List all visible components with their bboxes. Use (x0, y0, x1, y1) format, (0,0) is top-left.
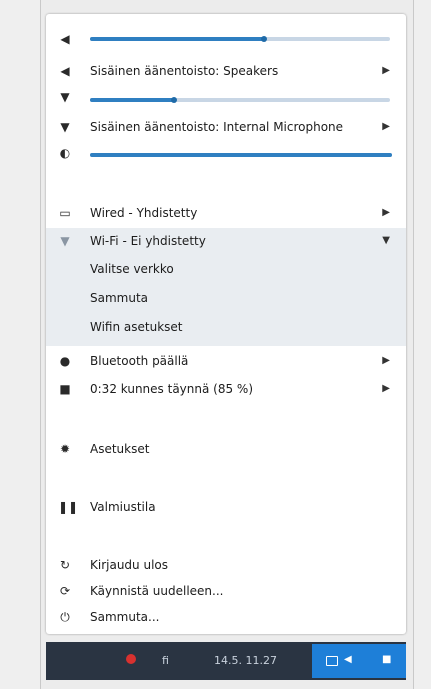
output-device-item[interactable]: ◀ Sisäinen äänentoisto: Speakers ▶ (46, 58, 406, 84)
restart-icon: ⟳ (59, 584, 71, 598)
output-volume-fill (90, 37, 264, 41)
keyboard-layout[interactable]: fi (162, 654, 169, 667)
suspend-item[interactable]: ❚❚ Valmiustila (46, 494, 406, 520)
brightness-slider[interactable] (90, 153, 392, 157)
wifi-settings-item[interactable]: Wifin asetukset (90, 320, 183, 334)
brightness-row: ◐ (46, 140, 406, 166)
output-volume-slider[interactable] (90, 36, 390, 42)
wifi-item[interactable]: ▼ Wi-Fi - Ei yhdistetty ▼ (46, 228, 406, 254)
logout-icon: ↻ (59, 558, 71, 572)
battery-icon: ■ (59, 382, 71, 396)
chevron-right-icon: ▶ (382, 121, 390, 132)
input-volume-row: ▼ (46, 84, 406, 110)
battery-item[interactable]: ■ 0:32 kunnes täynnä (85 %) ▶ (46, 376, 406, 402)
wired-label: Wired - Yhdistetty (90, 206, 198, 220)
select-network-item[interactable]: Valitse verkko (90, 262, 174, 276)
system-tray[interactable]: ◀ ■ (312, 644, 406, 678)
input-device-item[interactable]: ▼ Sisäinen äänentoisto: Internal Microph… (46, 114, 406, 140)
volume-icon: ◀ (344, 654, 352, 665)
pause-icon: ❚❚ (58, 500, 79, 514)
battery-label: 0:32 kunnes täynnä (85 %) (90, 382, 253, 396)
suspend-label: Valmiustila (90, 500, 156, 514)
restart-label: Käynnistä uudelleen... (90, 584, 224, 598)
shutdown-label: Sammuta... (90, 610, 160, 624)
brightness-icon: ◐ (59, 146, 71, 160)
chevron-down-icon: ▼ (382, 235, 390, 246)
power-icon: ⏻ (60, 610, 70, 624)
settings-item[interactable]: ✹ Asetukset (46, 436, 406, 462)
speaker-icon: ◀ (60, 32, 70, 46)
input-volume-knob[interactable] (171, 97, 177, 103)
battery-tray-icon: ■ (382, 654, 392, 665)
speaker-icon: ◀ (60, 64, 70, 78)
chevron-right-icon: ▶ (382, 383, 390, 394)
logout-item[interactable]: ↻ Kirjaudu ulos (46, 552, 406, 578)
wifi-section: ▼ Wi-Fi - Ei yhdistetty ▼ Valitse verkko… (46, 228, 406, 346)
screen-icon (326, 656, 338, 666)
notification-icon[interactable] (126, 654, 136, 664)
clock[interactable]: 14.5. 11.27 (214, 654, 277, 667)
wifi-off-item[interactable]: Sammuta (90, 291, 148, 305)
settings-label: Asetukset (90, 442, 150, 456)
input-volume-fill (90, 98, 174, 102)
microphone-icon: ▼ (60, 120, 70, 134)
microphone-icon: ▼ (60, 90, 70, 104)
output-device-label: Sisäinen äänentoisto: Speakers (90, 64, 279, 78)
shutdown-item[interactable]: ⏻ Sammuta... (46, 604, 406, 630)
bluetooth-label: Bluetooth päällä (90, 354, 189, 368)
input-volume-slider[interactable] (90, 97, 390, 103)
ethernet-icon: ▭ (59, 206, 71, 220)
wired-item[interactable]: ▭ Wired - Yhdistetty ▶ (46, 200, 406, 226)
chevron-right-icon: ▶ (382, 355, 390, 366)
restart-item[interactable]: ⟳ Käynnistä uudelleen... (46, 578, 406, 604)
output-volume-knob[interactable] (261, 36, 267, 42)
taskbar: fi 14.5. 11.27 ◀ ■ (46, 642, 406, 680)
bluetooth-item[interactable]: ● Bluetooth päällä ▶ (46, 348, 406, 374)
wifi-icon: ▼ (60, 234, 70, 248)
chevron-right-icon: ▶ (382, 207, 390, 218)
gear-icon: ✹ (59, 442, 71, 456)
wifi-label: Wi-Fi - Ei yhdistetty (90, 234, 206, 248)
logout-label: Kirjaudu ulos (90, 558, 168, 572)
output-volume-row: ◀ (46, 26, 406, 52)
system-menu-panel: ◀ ◀ Sisäinen äänentoisto: Speakers ▶ ▼ ▼… (46, 14, 406, 634)
brightness-fill (90, 153, 392, 157)
bluetooth-icon: ● (59, 354, 71, 368)
input-device-label: Sisäinen äänentoisto: Internal Microphon… (90, 120, 344, 134)
chevron-right-icon: ▶ (382, 65, 390, 76)
